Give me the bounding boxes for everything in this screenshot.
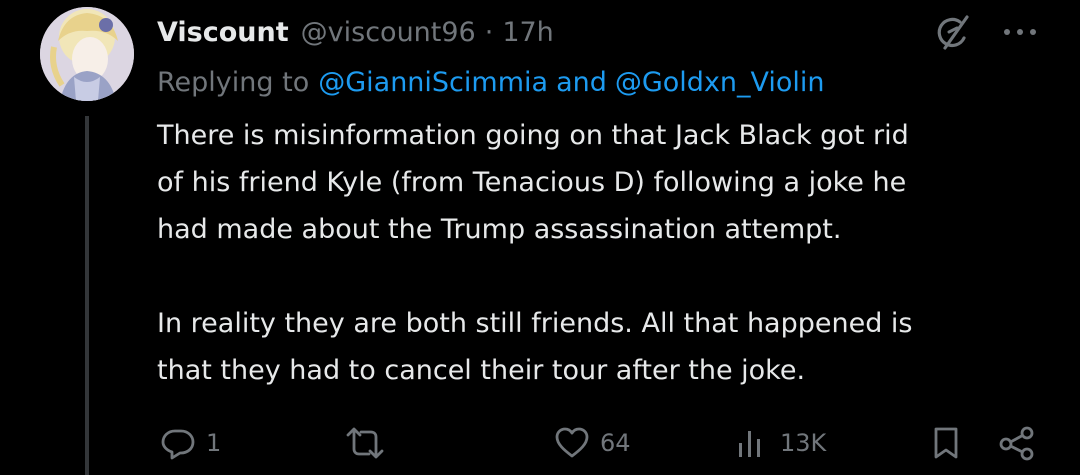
tweet-text-line: In reality they are both still friends. … <box>157 308 913 339</box>
retweet-button[interactable] <box>345 418 395 468</box>
tweet-text-line: that they had to cancel their tour after… <box>157 355 806 386</box>
share-icon <box>999 426 1034 461</box>
reply-count: 1 <box>206 429 222 457</box>
tweet-text-line: had made about the Trump assassination a… <box>157 214 842 245</box>
share-button[interactable] <box>997 418 1037 468</box>
reply-button[interactable]: 1 <box>160 418 221 468</box>
bookmark-icon <box>934 427 958 459</box>
views-button[interactable]: 13K <box>736 418 826 468</box>
more-icon[interactable] <box>1000 20 1040 44</box>
handle[interactable]: @viscount96 <box>301 17 476 48</box>
heart-icon <box>555 427 589 458</box>
replying-to: Replying to @GianniScimmia and @Goldxn_V… <box>157 60 825 104</box>
retweet-icon <box>346 427 384 459</box>
like-button[interactable]: 64 <box>554 418 631 468</box>
views-count: 13K <box>780 429 827 457</box>
tweet-text-line: There is misinformation going on that Ja… <box>157 120 909 151</box>
tweet-text-line: of his friend Kyle (from Tenacious D) fo… <box>157 167 907 198</box>
reply-icon <box>161 429 195 460</box>
timestamp[interactable]: 17h <box>502 17 553 48</box>
bookmark-button[interactable] <box>930 418 962 468</box>
replying-to-label: Replying to <box>157 66 310 98</box>
tweet-text: There is misinformation going on that Ja… <box>157 112 1057 394</box>
display-name[interactable]: Viscount <box>157 17 289 48</box>
mention-link[interactable]: @Goldxn_Violin <box>615 67 825 98</box>
separator-dot: · <box>484 16 494 48</box>
mention-link[interactable]: @GianniScimmia <box>318 67 548 98</box>
like-count: 64 <box>600 429 631 457</box>
replying-and[interactable]: and <box>556 67 607 98</box>
avatar[interactable] <box>40 7 134 101</box>
avatar-image <box>40 7 134 101</box>
views-icon <box>739 431 760 457</box>
tweet-header: Viscount @viscount96 · 17h <box>157 10 554 54</box>
action-bar: 1 64 13K <box>0 418 1080 468</box>
grok-icon[interactable] <box>933 14 971 52</box>
